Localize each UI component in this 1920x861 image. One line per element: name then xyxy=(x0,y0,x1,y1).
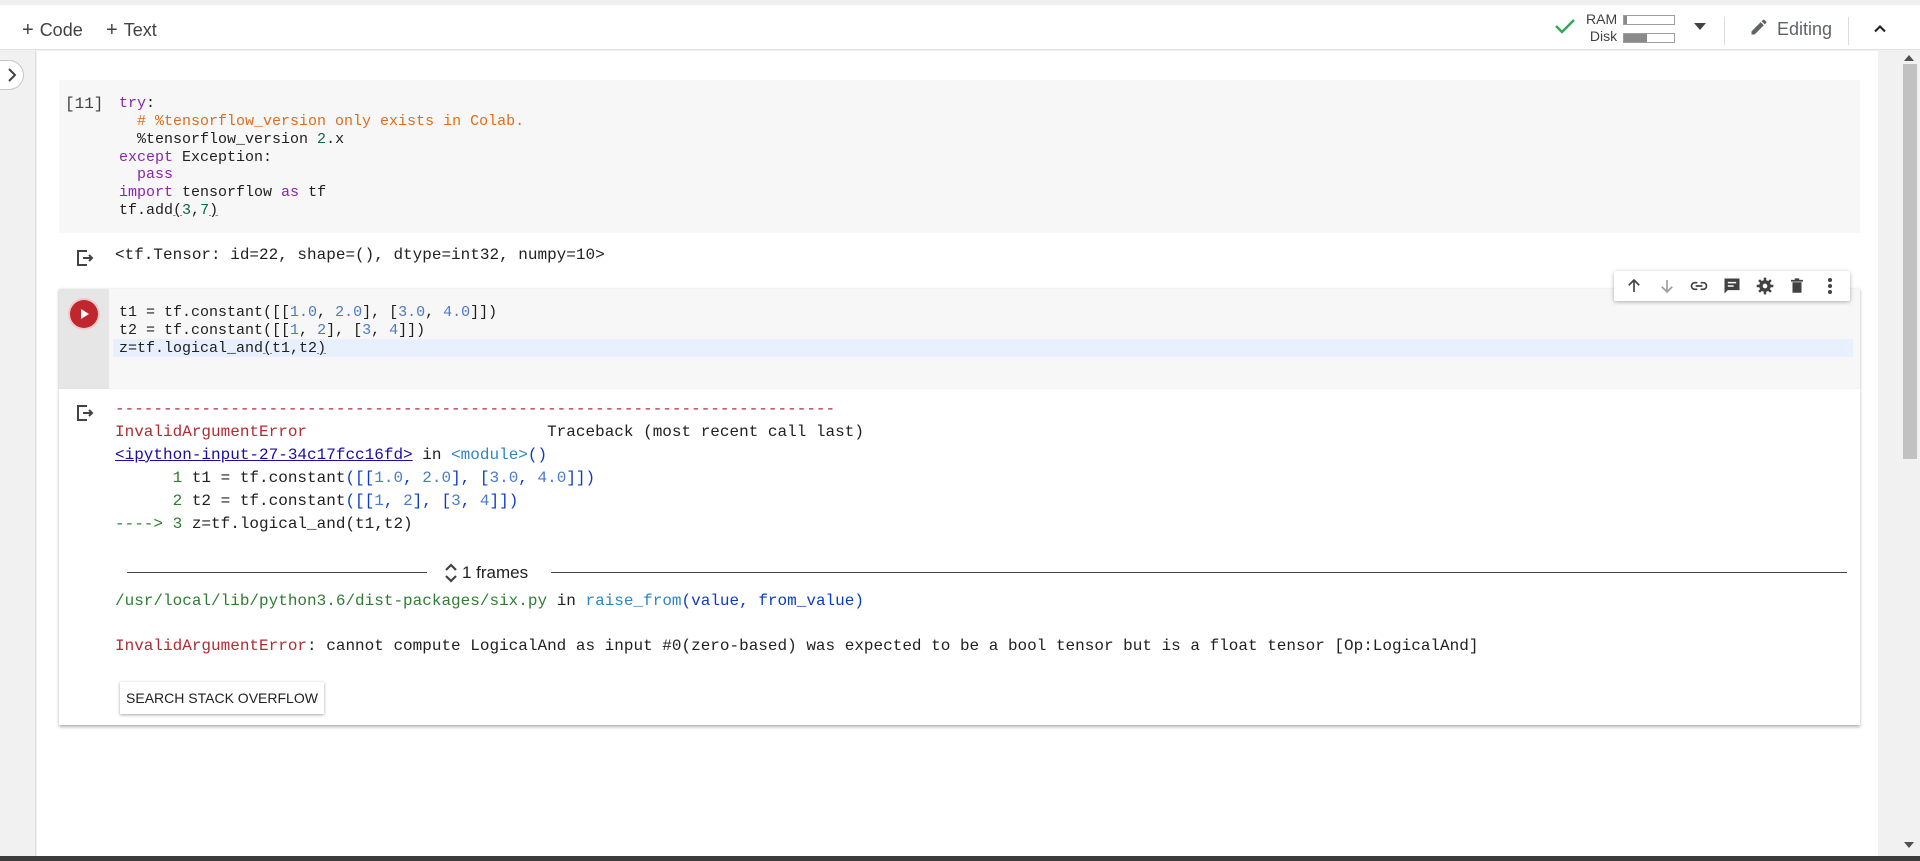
connected-check-icon xyxy=(1554,17,1576,40)
module-call: () xyxy=(527,446,548,464)
traceback-frame-line: 2 t2 = tf.constant([[1, 2], [3, 4]]) xyxy=(115,492,519,510)
code-line[interactable]: z=tf.logical_and(t1,t2) xyxy=(119,340,326,358)
library-frame-line: /usr/local/lib/python3.6/dist-packages/s… xyxy=(115,592,864,610)
add-text-button[interactable]: + Text xyxy=(106,15,157,45)
error-message-line: InvalidArgumentError: cannot compute Log… xyxy=(115,637,1478,655)
ram-label: RAM xyxy=(1586,11,1618,27)
traceback-location: <ipython-input-27-34c17fcc16fd> in <modu… xyxy=(115,446,547,464)
move-up-icon[interactable] xyxy=(1620,272,1648,300)
collapse-header-icon[interactable] xyxy=(1870,19,1890,44)
code-line[interactable]: t2 = tf.constant([[1, 2], [3, 4]]) xyxy=(119,322,425,340)
error-name: InvalidArgumentError xyxy=(115,423,308,441)
traceback-frame-line: 1 t1 = tf.constant([[1.0, 2.0], [3.0, 4.… xyxy=(115,469,596,487)
plus-icon: + xyxy=(106,19,118,41)
editing-label: Editing xyxy=(1777,19,1833,39)
more-options-icon[interactable] xyxy=(1816,272,1844,300)
editing-mode-button[interactable]: Editing xyxy=(1749,17,1832,42)
move-down-icon[interactable] xyxy=(1653,272,1681,300)
output-actions-icon[interactable] xyxy=(75,403,95,423)
module-name: <module> xyxy=(451,446,528,464)
link-icon[interactable] xyxy=(1685,272,1713,300)
code-line[interactable]: %tensorflow_version 2.x xyxy=(119,131,344,149)
code-line[interactable]: import tensorflow as tf xyxy=(119,184,326,202)
chevron-right-icon xyxy=(7,68,16,82)
comment-icon[interactable] xyxy=(1718,272,1746,300)
library-path: /usr/local/lib/python3.6/dist-packages/s… xyxy=(115,592,548,610)
unfold-icon xyxy=(445,563,457,583)
in-word: in xyxy=(556,592,576,610)
line-marker: ----> 3 xyxy=(115,515,192,533)
connection-dropdown-icon[interactable] xyxy=(1694,23,1706,30)
frames-divider xyxy=(551,572,1847,573)
disk-usage-bar xyxy=(1623,32,1676,43)
cell-output-text: <tf.Tensor: id=22, shape=(), dtype=int32… xyxy=(115,246,605,264)
settings-gear-icon[interactable] xyxy=(1751,272,1779,300)
resource-monitor[interactable]: RAM Disk xyxy=(1554,11,1676,45)
error-header-line: InvalidArgumentError Traceback (most rec… xyxy=(115,423,864,441)
code-cell[interactable] xyxy=(59,80,1860,233)
error-message: : cannot compute LogicalAnd as input #0(… xyxy=(307,637,1479,655)
search-stack-overflow-button[interactable]: SEARCH STACK OVERFLOW xyxy=(120,682,324,714)
traceback-frame-line-current: ----> 3 z=tf.logical_and(t1,t2) xyxy=(115,515,413,533)
library-function: raise_from xyxy=(585,592,682,610)
traceback-header: Traceback (most recent call last) xyxy=(547,423,864,441)
cell-toolbar xyxy=(1614,271,1850,301)
line-marker: 2 xyxy=(115,492,192,510)
toolbar-divider xyxy=(1848,17,1849,45)
in-word: in xyxy=(422,446,442,464)
bottom-status-strip xyxy=(0,856,1920,861)
add-code-label: Code xyxy=(39,19,83,40)
code-line[interactable]: pass xyxy=(119,166,173,184)
add-text-label: Text xyxy=(123,19,157,40)
error-name: InvalidArgumentError xyxy=(115,637,308,655)
play-icon xyxy=(81,309,89,319)
execution-count: [11] xyxy=(65,95,104,113)
code-line[interactable]: try: xyxy=(119,95,155,113)
scroll-down-icon[interactable] xyxy=(1904,842,1914,848)
scrollbar-thumb[interactable] xyxy=(1903,64,1917,459)
output-actions-icon[interactable] xyxy=(75,248,95,268)
code-line[interactable]: t1 = tf.constant([[1.0, 2.0], [3.0, 4.0]… xyxy=(119,304,497,322)
notebook-toolbar: + Code + Text RAM Disk Editing xyxy=(0,0,1920,50)
disk-label: Disk xyxy=(1589,28,1618,44)
expand-frames-button[interactable]: 1 frames xyxy=(444,562,528,584)
current-line-highlight xyxy=(113,339,1853,357)
run-cell-button[interactable] xyxy=(70,300,98,328)
ipython-input-link[interactable]: <ipython-input-27-34c17fcc16fd> xyxy=(115,446,413,464)
error-separator: ----------------------------------------… xyxy=(115,400,836,418)
plus-icon: + xyxy=(22,19,34,41)
scroll-up-icon[interactable] xyxy=(1904,55,1914,61)
ram-usage-bar xyxy=(1623,14,1676,25)
pencil-icon xyxy=(1749,17,1769,42)
code-line[interactable]: # %tensorflow_version only exists in Col… xyxy=(119,113,524,131)
library-args: (value, from_value) xyxy=(681,592,864,610)
delete-trash-icon[interactable] xyxy=(1783,272,1811,300)
frame-code: z=tf.logical_and(t1,t2) xyxy=(191,515,413,533)
add-code-button[interactable]: + Code xyxy=(22,15,83,45)
left-sidebar xyxy=(0,51,36,856)
frames-label: 1 frames xyxy=(462,563,529,582)
frames-divider xyxy=(127,572,427,573)
code-line[interactable]: tf.add(3,7) xyxy=(119,202,218,220)
line-marker: 1 xyxy=(115,469,192,487)
toolbar-divider xyxy=(1724,17,1725,45)
code-line[interactable]: except Exception: xyxy=(119,149,272,167)
